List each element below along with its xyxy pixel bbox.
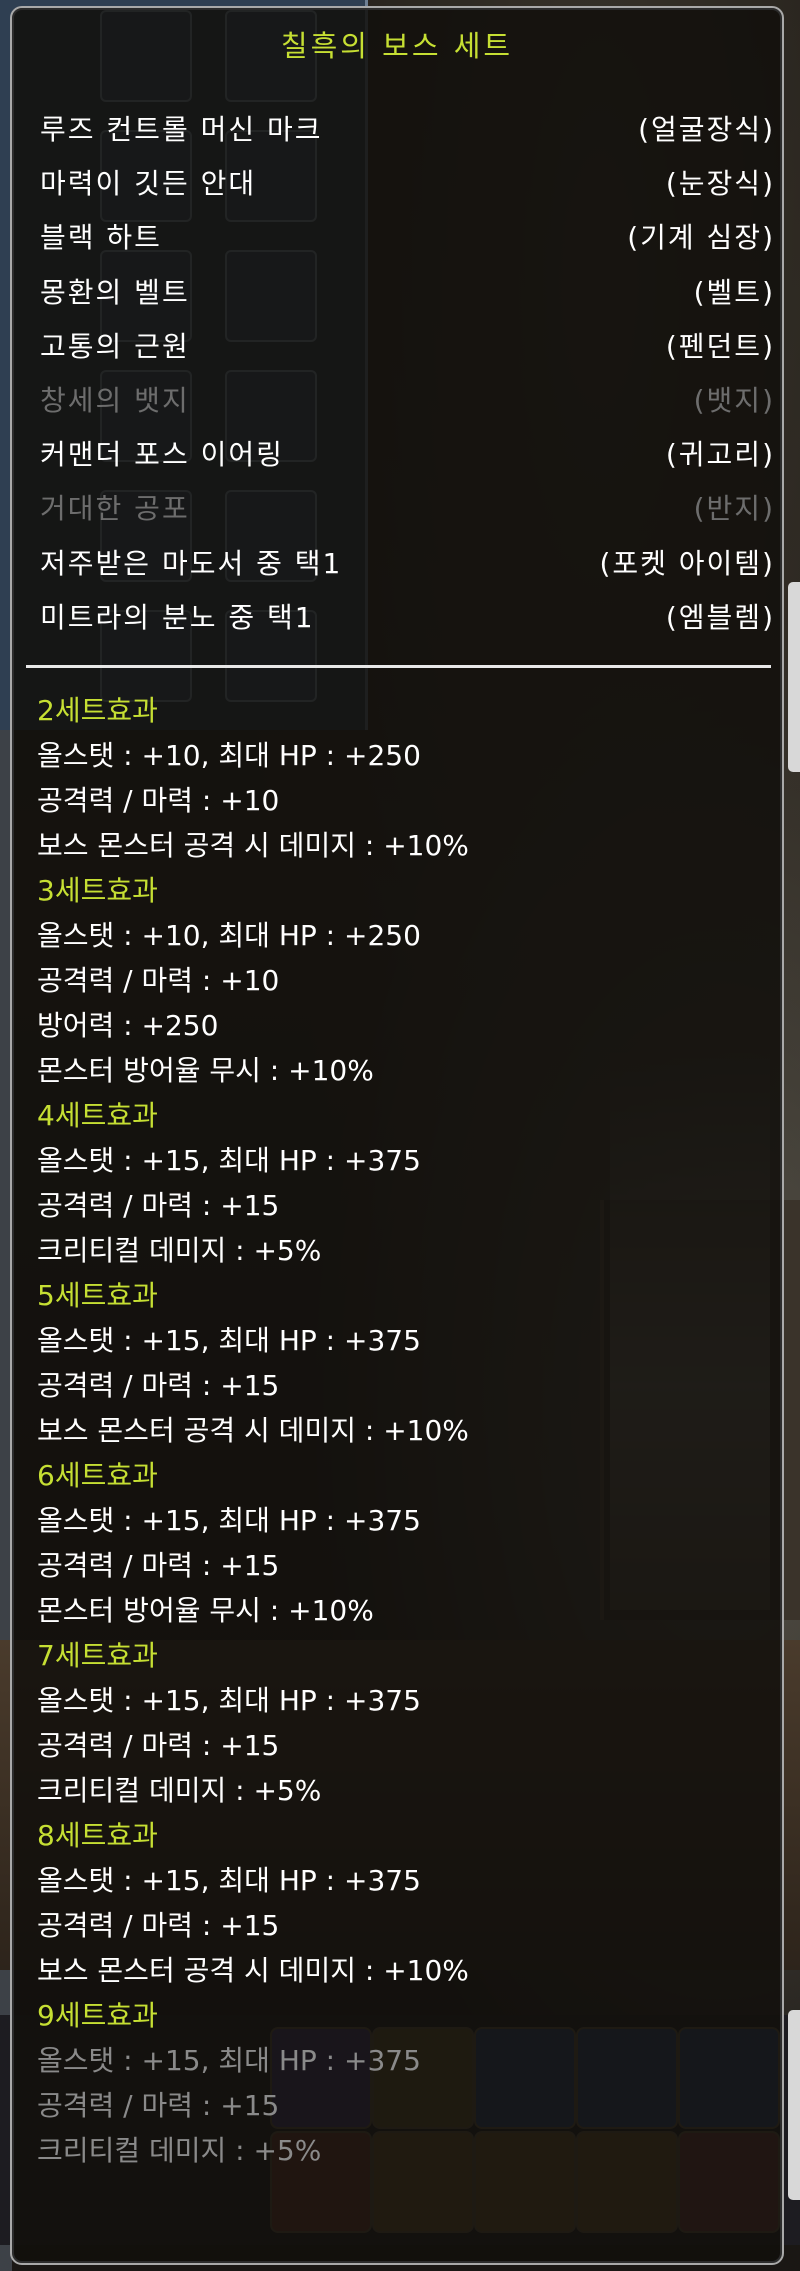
set-effect-line: 공격력 / 마력 : +15 [37, 1369, 280, 1402]
set-effect-line: 올스탯 : +15, 최대 HP : +375 [37, 1684, 421, 1717]
set-item-name: 저주받은 마도서 중 택1 [40, 546, 343, 580]
set-item-slot: (얼굴장식) [638, 113, 775, 146]
side-scroll-handle[interactable] [788, 2010, 800, 2200]
set-item-row: 거대한 공포 (반지) [40, 485, 775, 533]
set-effect-line: 공격력 / 마력 : +15 [37, 1729, 280, 1762]
set-item-slot: (엠블렘) [665, 600, 775, 634]
set-effect-line: 올스탯 : +15, 최대 HP : +375 [37, 2044, 421, 2077]
set-title: 칠흑의 보스 세트 [280, 29, 514, 63]
set-item-row: 미트라의 분노 중 택1 (엠블렘) [40, 594, 775, 642]
set-item-slot: (펜던트) [665, 329, 775, 363]
set-item-name: 창세의 뱃지 [40, 384, 190, 417]
set-item-slot: (귀고리) [665, 438, 775, 472]
set-item-name: 몽환의 벨트 [40, 275, 190, 309]
set-item-name: 루즈 컨트롤 머신 마크 [40, 113, 323, 146]
set-effect-line: 공격력 / 마력 : +10 [37, 784, 280, 817]
set-item-name: 블랙 하트 [40, 221, 162, 255]
set-effect-group: 5세트효과올스탯 : +15, 최대 HP : +375 공격력 / 마력 : +… [37, 1273, 777, 1453]
set-item-row: 저주받은 마도서 중 택1 (포켓 아이템) [40, 540, 775, 588]
set-effect-line: 공격력 / 마력 : +15 [37, 2089, 280, 2122]
set-effect-header: 3세트효과 [37, 874, 158, 907]
set-effect-group: 8세트효과올스탯 : +15, 최대 HP : +375 공격력 / 마력 : +… [37, 1813, 777, 1993]
set-item-row: 블랙 하트 (기계 심장) [40, 214, 775, 262]
set-item-row: 루즈 컨트롤 머신 마크 (얼굴장식) [40, 106, 775, 154]
set-effect-line: 올스탯 : +15, 최대 HP : +375 [37, 1144, 421, 1177]
set-effect-line: 크리티컬 데미지 : +5% [37, 2134, 322, 2167]
set-effect-header: 8세트효과 [37, 1819, 158, 1852]
set-item-row: 고통의 근원 (펜던트) [40, 323, 775, 371]
set-effect-header: 5세트효과 [37, 1279, 158, 1312]
set-effect-line: 공격력 / 마력 : +10 [37, 964, 280, 997]
set-effect-group: 6세트효과올스탯 : +15, 최대 HP : +375 공격력 / 마력 : +… [37, 1453, 777, 1633]
set-item-slot: (반지) [693, 492, 775, 526]
set-effect-line: 크리티컬 데미지 : +5% [37, 1774, 322, 1807]
set-item-name: 미트라의 분노 중 택1 [40, 600, 315, 634]
set-item-slot: (포켓 아이템) [599, 546, 775, 580]
set-effect-line: 몬스터 방어율 무시 : +10% [37, 1594, 374, 1627]
set-effect-line: 방어력 : +250 [37, 1009, 219, 1042]
set-item-name: 고통의 근원 [40, 329, 190, 363]
set-effect-line: 크리티컬 데미지 : +5% [37, 1234, 322, 1267]
set-effect-line: 몬스터 방어율 무시 : +10% [37, 1054, 374, 1087]
set-effect-header: 7세트효과 [37, 1639, 158, 1672]
set-item-row: 몽환의 벨트 (벨트) [40, 269, 775, 317]
set-item-row: 창세의 뱃지 (뱃지) [40, 377, 775, 425]
set-effect-group: 9세트효과올스탯 : +15, 최대 HP : +375 공격력 / 마력 : +… [37, 1993, 777, 2173]
set-effect-line: 공격력 / 마력 : +15 [37, 1549, 280, 1582]
set-effect-group: 3세트효과올스탯 : +10, 최대 HP : +250 공격력 / 마력 : +… [37, 868, 777, 1093]
set-effect-line: 올스탯 : +10, 최대 HP : +250 [37, 739, 421, 772]
set-effect-line: 올스탯 : +15, 최대 HP : +375 [37, 1324, 421, 1357]
set-effect-line: 보스 몬스터 공격 시 데미지 : +10% [37, 1414, 469, 1447]
set-item-name: 커맨더 포스 이어링 [40, 438, 284, 472]
set-effect-line: 올스탯 : +15, 최대 HP : +375 [37, 1864, 421, 1897]
set-effect-header: 2세트효과 [37, 694, 158, 727]
set-item-row: 커맨더 포스 이어링 (귀고리) [40, 431, 775, 479]
set-effect-header: 4세트효과 [37, 1099, 158, 1132]
set-effect-group: 7세트효과올스탯 : +15, 최대 HP : +375 공격력 / 마력 : +… [37, 1633, 777, 1813]
set-item-name: 거대한 공포 [40, 492, 190, 526]
set-item-slot: (기계 심장) [627, 221, 775, 255]
divider [26, 665, 771, 668]
set-effect-line: 올스탯 : +10, 최대 HP : +250 [37, 919, 421, 952]
set-item-slot: (벨트) [693, 275, 775, 309]
set-item-row: 마력이 깃든 안대 (눈장식) [40, 160, 775, 208]
set-effect-line: 보스 몬스터 공격 시 데미지 : +10% [37, 1954, 469, 1987]
set-effect-header: 6세트효과 [37, 1459, 158, 1492]
set-effect-line: 보스 몬스터 공격 시 데미지 : +10% [37, 829, 469, 862]
set-effect-line: 공격력 / 마력 : +15 [37, 1189, 280, 1222]
set-item-tooltip: 칠흑의 보스 세트 루즈 컨트롤 머신 마크 (얼굴장식) 마력이 깃든 안대 (눈장… [10, 6, 784, 2265]
set-item-slot: (눈장식) [665, 167, 775, 201]
set-effect-line: 공격력 / 마력 : +15 [37, 1909, 280, 1942]
side-scroll-handle[interactable] [788, 582, 800, 772]
set-effect-header: 9세트효과 [37, 1999, 158, 2032]
set-effects-list: 2세트효과올스탯 : +10, 최대 HP : +250 공격력 / 마력 : +… [37, 688, 777, 2173]
set-item-name: 마력이 깃든 안대 [40, 167, 257, 201]
set-effect-line: 올스탯 : +15, 최대 HP : +375 [37, 1504, 421, 1537]
set-item-slot: (뱃지) [693, 384, 775, 417]
set-effect-group: 2세트효과올스탯 : +10, 최대 HP : +250 공격력 / 마력 : +… [37, 688, 777, 868]
set-effect-group: 4세트효과올스탯 : +15, 최대 HP : +375 공격력 / 마력 : +… [37, 1093, 777, 1273]
